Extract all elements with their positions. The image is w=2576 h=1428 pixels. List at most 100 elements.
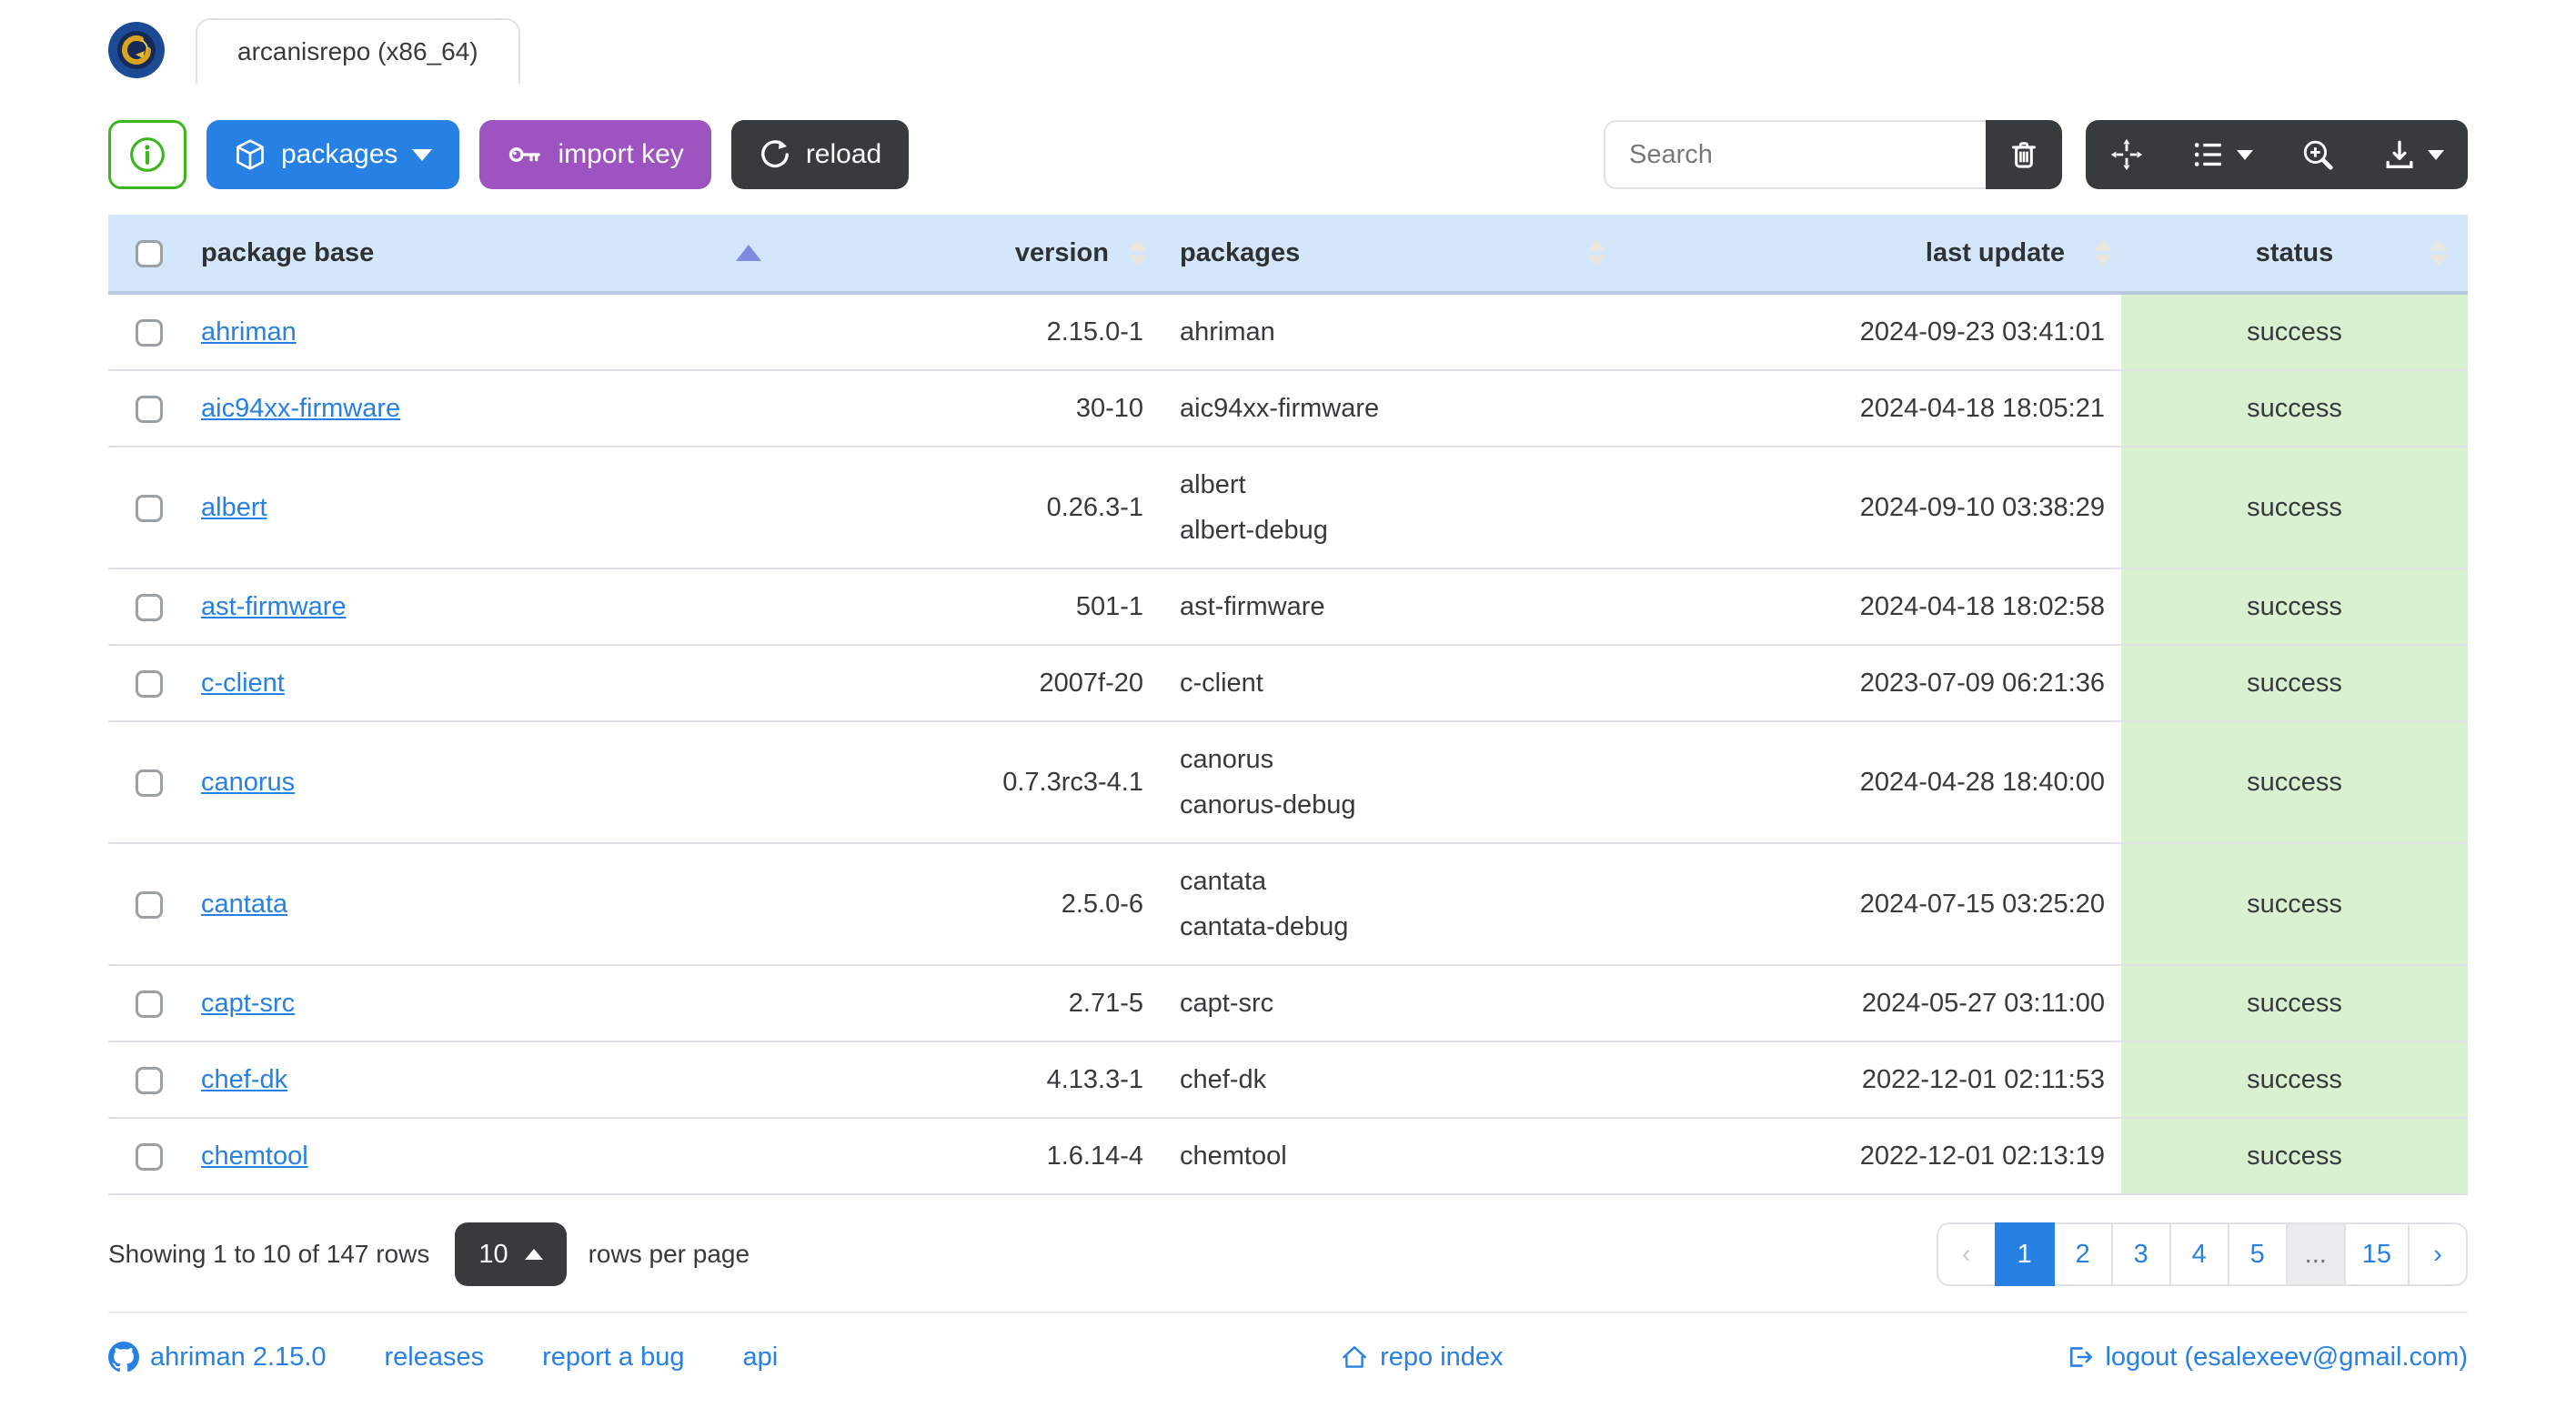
- package-base-link[interactable]: ast-firmware: [201, 592, 347, 621]
- toggle-view-button[interactable]: [2086, 120, 2168, 189]
- column-header-version-label: version: [1014, 237, 1109, 267]
- app-logo: [108, 22, 165, 78]
- chevron-down-icon: [2428, 149, 2444, 160]
- package-list: capt-src: [1165, 965, 1711, 1042]
- pagination-page-1[interactable]: 1: [1994, 1222, 2055, 1286]
- package-name: chemtool: [1180, 1141, 1287, 1171]
- logout-link[interactable]: logout (esalexeev@gmail.com): [2065, 1343, 2468, 1373]
- package-base-link[interactable]: capt-src: [201, 989, 295, 1018]
- row-checkbox[interactable]: [136, 319, 163, 347]
- table-row: ast-firmware 501-1 ast-firmware 2024-04-18 …: [108, 568, 2468, 646]
- column-header-version[interactable]: version: [983, 215, 1165, 295]
- table-row: aic94xx-firmware 30-10 aic94xx-firmware 202…: [108, 370, 2468, 448]
- table-row: canorus 0.7.3rc3-4.1 canorus canorus-debug 2…: [108, 721, 2468, 844]
- report-bug-link[interactable]: report a bug: [542, 1343, 684, 1373]
- pagination-page-4[interactable]: 4: [2168, 1222, 2229, 1286]
- columns-dropdown-button[interactable]: [2168, 120, 2277, 189]
- pagination-page-2[interactable]: 2: [2052, 1222, 2113, 1286]
- repo-index-link[interactable]: repo index: [1340, 1343, 1504, 1373]
- page-size-dropdown-button[interactable]: 10: [455, 1222, 567, 1286]
- package-name: c-client: [1180, 669, 1263, 698]
- github-icon: [108, 1342, 139, 1373]
- import-key-button[interactable]: import key: [479, 120, 711, 189]
- package-base-link[interactable]: chemtool: [201, 1141, 308, 1171]
- status-badge: success: [2121, 645, 2468, 722]
- sort-ascending-icon: [736, 245, 761, 261]
- search-input[interactable]: [1604, 120, 1986, 189]
- pagination-page-5[interactable]: 5: [2227, 1222, 2288, 1286]
- column-header-packages[interactable]: packages: [1165, 215, 1711, 295]
- package-version: 2.5.0-6: [983, 843, 1165, 966]
- package-list: ahriman: [1165, 293, 1711, 371]
- delete-button[interactable]: [1986, 120, 2062, 189]
- sort-icon: [2094, 239, 2112, 266]
- status-badge: success: [2121, 721, 2468, 844]
- page-size-value: 10: [478, 1239, 508, 1269]
- sort-icon: [1129, 239, 1147, 266]
- trash-icon: [2012, 142, 2036, 168]
- export-dropdown-button[interactable]: [2359, 120, 2468, 189]
- chevron-down-icon: [412, 148, 433, 161]
- row-checkbox[interactable]: [136, 495, 163, 523]
- releases-label: releases: [384, 1342, 485, 1372]
- package-version: 2007f-20: [983, 645, 1165, 722]
- package-base-link[interactable]: ahriman: [201, 317, 297, 347]
- packages-dropdown-button[interactable]: packages: [206, 120, 460, 189]
- select-all-checkbox[interactable]: [136, 239, 163, 267]
- pagination-next-button[interactable]: ›: [2408, 1222, 2468, 1286]
- row-checkbox[interactable]: [136, 396, 163, 424]
- pagination-ellipsis[interactable]: ...: [2285, 1222, 2346, 1286]
- row-checkbox[interactable]: [136, 1067, 163, 1095]
- row-checkbox[interactable]: [136, 991, 163, 1019]
- reload-button[interactable]: reload: [730, 120, 910, 189]
- column-header-packages-label: packages: [1180, 237, 1301, 267]
- package-base-link[interactable]: chef-dk: [201, 1065, 287, 1094]
- package-base-link[interactable]: canorus: [201, 768, 295, 797]
- packages-table: package base version packages last updat…: [108, 215, 2468, 1195]
- table-row: albert 0.26.3-1 albert albert-debug 2024-09-…: [108, 447, 2468, 569]
- pagination-page-15[interactable]: 15: [2343, 1222, 2410, 1286]
- pagination: ‹ 1 2 3 4 5... 15 ›: [1936, 1222, 2468, 1286]
- api-link[interactable]: api: [742, 1343, 778, 1373]
- info-button[interactable]: [108, 120, 186, 189]
- package-list: cantata cantata-debug: [1165, 843, 1711, 966]
- github-version-link[interactable]: ahriman 2.15.0: [108, 1342, 326, 1373]
- column-header-last-update-label: last update: [1925, 237, 2065, 267]
- import-key-button-label: import key: [558, 139, 684, 169]
- tab-repository-label: arcanisrepo (x86_64): [237, 37, 478, 65]
- table-footer: Showing 1 to 10 of 147 rows 10 rows per …: [108, 1222, 2468, 1286]
- fullscreen-search-button[interactable]: [2277, 120, 2359, 189]
- package-version: 4.13.3-1: [983, 1041, 1165, 1119]
- package-name: chef-dk: [1180, 1065, 1267, 1094]
- row-checkbox[interactable]: [136, 1143, 163, 1172]
- row-checkbox[interactable]: [136, 769, 163, 798]
- row-checkbox[interactable]: [136, 891, 163, 920]
- column-header-status[interactable]: status: [2121, 215, 2468, 295]
- table-row: cantata 2.5.0-6 cantata cantata-debug 2024-0…: [108, 843, 2468, 966]
- package-base-link[interactable]: cantata: [201, 890, 287, 919]
- package-name: canorus-debug: [1180, 790, 1356, 820]
- row-checkbox[interactable]: [136, 670, 163, 699]
- list-columns-icon: [2194, 143, 2221, 166]
- status-badge: success: [2121, 370, 2468, 448]
- tab-repository[interactable]: arcanisrepo (x86_64): [196, 18, 520, 84]
- last-update: 2022-12-01 02:11:53: [1711, 1041, 2121, 1119]
- search-group: [1604, 120, 2062, 189]
- last-update: 2023-07-09 06:21:36: [1711, 645, 2121, 722]
- column-header-last-update[interactable]: last update: [1711, 215, 2121, 295]
- package-name: albert-debug: [1180, 516, 1328, 545]
- package-base-link[interactable]: c-client: [201, 669, 285, 698]
- releases-link[interactable]: releases: [384, 1343, 484, 1373]
- package-base-link[interactable]: aic94xx-firmware: [201, 394, 400, 423]
- footer-links: ahriman 2.15.0 releases report a bug api…: [108, 1313, 2468, 1401]
- row-checkbox[interactable]: [136, 594, 163, 622]
- pagination-previous-button[interactable]: ‹: [1936, 1222, 1997, 1286]
- column-header-package-base[interactable]: package base: [192, 215, 983, 295]
- package-base-link[interactable]: albert: [201, 493, 267, 522]
- status-badge: success: [2121, 447, 2468, 569]
- pagination-page-3[interactable]: 3: [2110, 1222, 2171, 1286]
- last-update: 2024-04-28 18:40:00: [1711, 721, 2121, 844]
- report-bug-label: report a bug: [542, 1342, 685, 1372]
- status-badge: success: [2121, 568, 2468, 646]
- last-update: 2024-09-23 03:41:01: [1711, 293, 2121, 371]
